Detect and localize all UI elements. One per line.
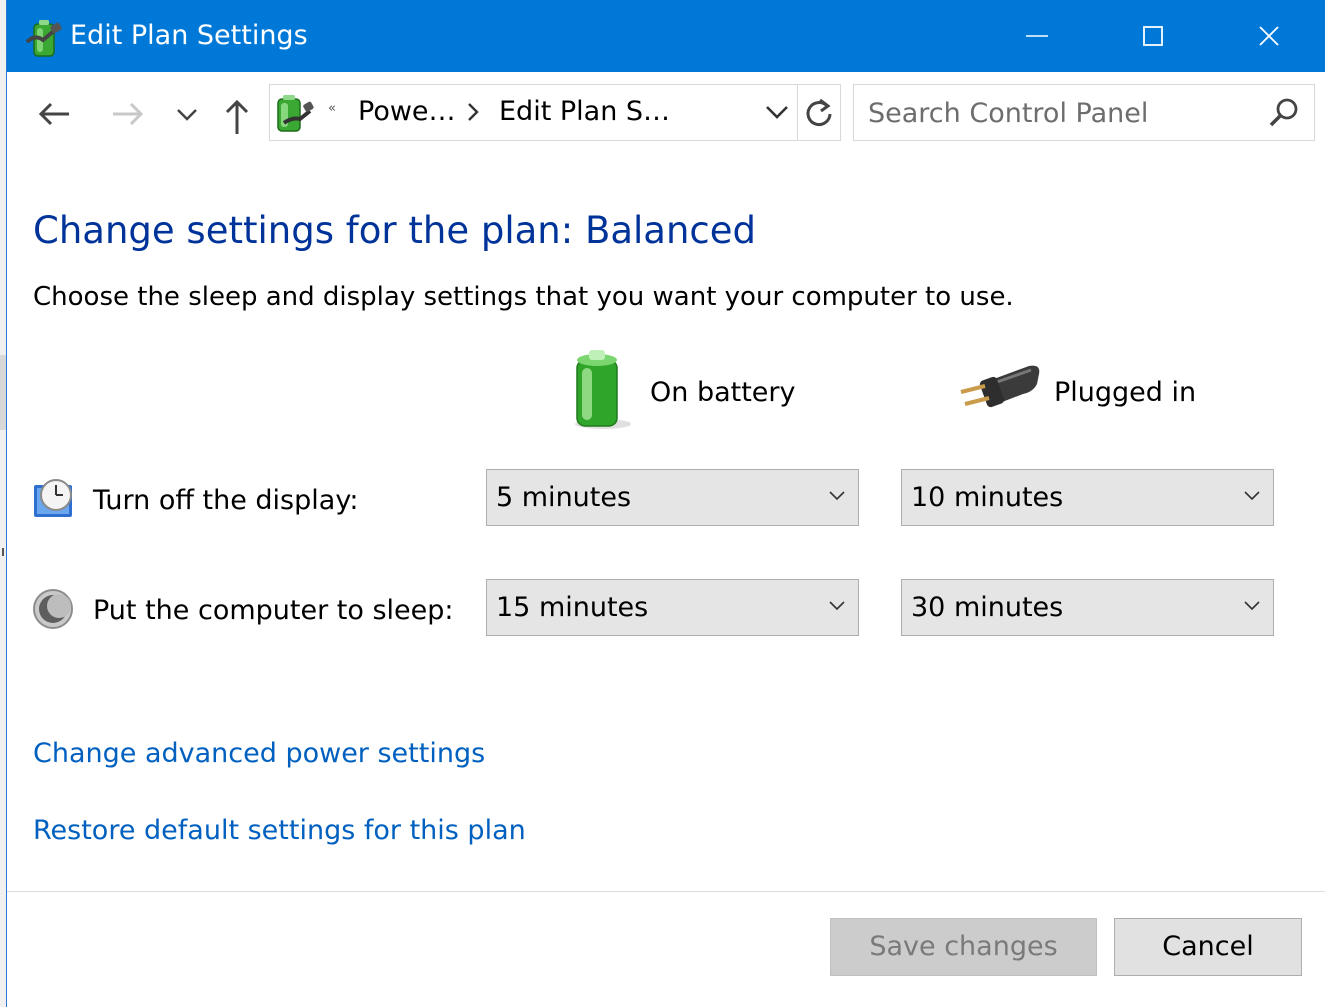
edit-plan-window: Edit Plan Settings « Powe… Edit Plan S… … [6, 0, 1325, 1007]
address-bar[interactable]: « Powe… Edit Plan S… [269, 84, 841, 141]
sleep-timeout-label: Put the computer to sleep: [93, 595, 454, 626]
plug-icon [957, 362, 1043, 422]
maximize-icon [1143, 26, 1163, 46]
chevron-down-icon [829, 601, 845, 611]
minimize-button[interactable] [979, 0, 1095, 72]
back-button[interactable] [37, 96, 73, 132]
display-battery-dropdown[interactable]: 5 minutes [486, 469, 859, 526]
breadcrumb-edit-plan[interactable]: Edit Plan S… [499, 95, 670, 129]
display-plugged-dropdown[interactable]: 10 minutes [901, 469, 1274, 526]
refresh-icon [806, 98, 832, 127]
save-changes-button[interactable]: Save changes [830, 918, 1097, 976]
address-divider [797, 85, 798, 140]
recent-locations-button[interactable] [169, 96, 205, 132]
back-arrow-icon [38, 102, 69, 126]
search-box[interactable] [853, 84, 1315, 141]
dropdown-value: 15 minutes [496, 592, 649, 623]
sleep-battery-dropdown[interactable]: 15 minutes [486, 579, 859, 636]
column-header-plugged-in: Plugged in [1054, 377, 1197, 408]
chevron-down-icon [766, 106, 788, 119]
forward-arrow-icon [113, 102, 144, 126]
page-subtitle: Choose the sleep and display settings th… [33, 282, 1014, 312]
chevron-down-icon [1244, 491, 1260, 501]
footer-divider [7, 891, 1325, 892]
sleep-plugged-dropdown[interactable]: 30 minutes [901, 579, 1274, 636]
chevron-down-icon [1244, 601, 1260, 611]
dropdown-value: 5 minutes [496, 482, 632, 513]
window-title: Edit Plan Settings [70, 20, 308, 51]
chevron-down-icon [177, 109, 197, 121]
breadcrumb-power-options[interactable]: Powe… [358, 95, 456, 129]
power-options-icon [25, 16, 63, 58]
close-button[interactable] [1211, 0, 1325, 72]
refresh-button[interactable] [803, 97, 835, 133]
title-bar[interactable]: Edit Plan Settings [7, 0, 1325, 72]
close-icon [1259, 26, 1279, 46]
display-timeout-label: Turn off the display: [93, 485, 359, 516]
minimize-icon [1026, 35, 1048, 37]
maximize-button[interactable] [1095, 0, 1211, 72]
battery-icon [565, 350, 637, 436]
cancel-button[interactable]: Cancel [1114, 918, 1302, 976]
up-button[interactable] [219, 96, 255, 134]
restore-defaults-link[interactable]: Restore default settings for this plan [33, 813, 526, 849]
up-arrow-icon [225, 99, 249, 134]
power-options-icon [270, 89, 314, 135]
dropdown-value: 10 minutes [911, 482, 1064, 513]
advanced-power-settings-link[interactable]: Change advanced power settings [33, 736, 485, 772]
dropdown-value: 30 minutes [911, 592, 1064, 623]
sleep-moon-icon [32, 587, 76, 631]
search-icon[interactable] [1268, 97, 1300, 133]
overflow-chevron[interactable]: « [328, 101, 336, 116]
forward-button[interactable] [109, 96, 145, 132]
address-dropdown-button[interactable] [764, 103, 790, 125]
column-header-battery: On battery [650, 377, 796, 408]
chevron-down-icon [829, 491, 845, 501]
page-title: Change settings for the plan: Balanced [33, 209, 757, 252]
breadcrumb-separator-icon[interactable] [466, 101, 480, 127]
search-input[interactable] [866, 95, 1260, 131]
display-clock-icon [32, 477, 76, 521]
background-window-mark [2, 548, 4, 556]
